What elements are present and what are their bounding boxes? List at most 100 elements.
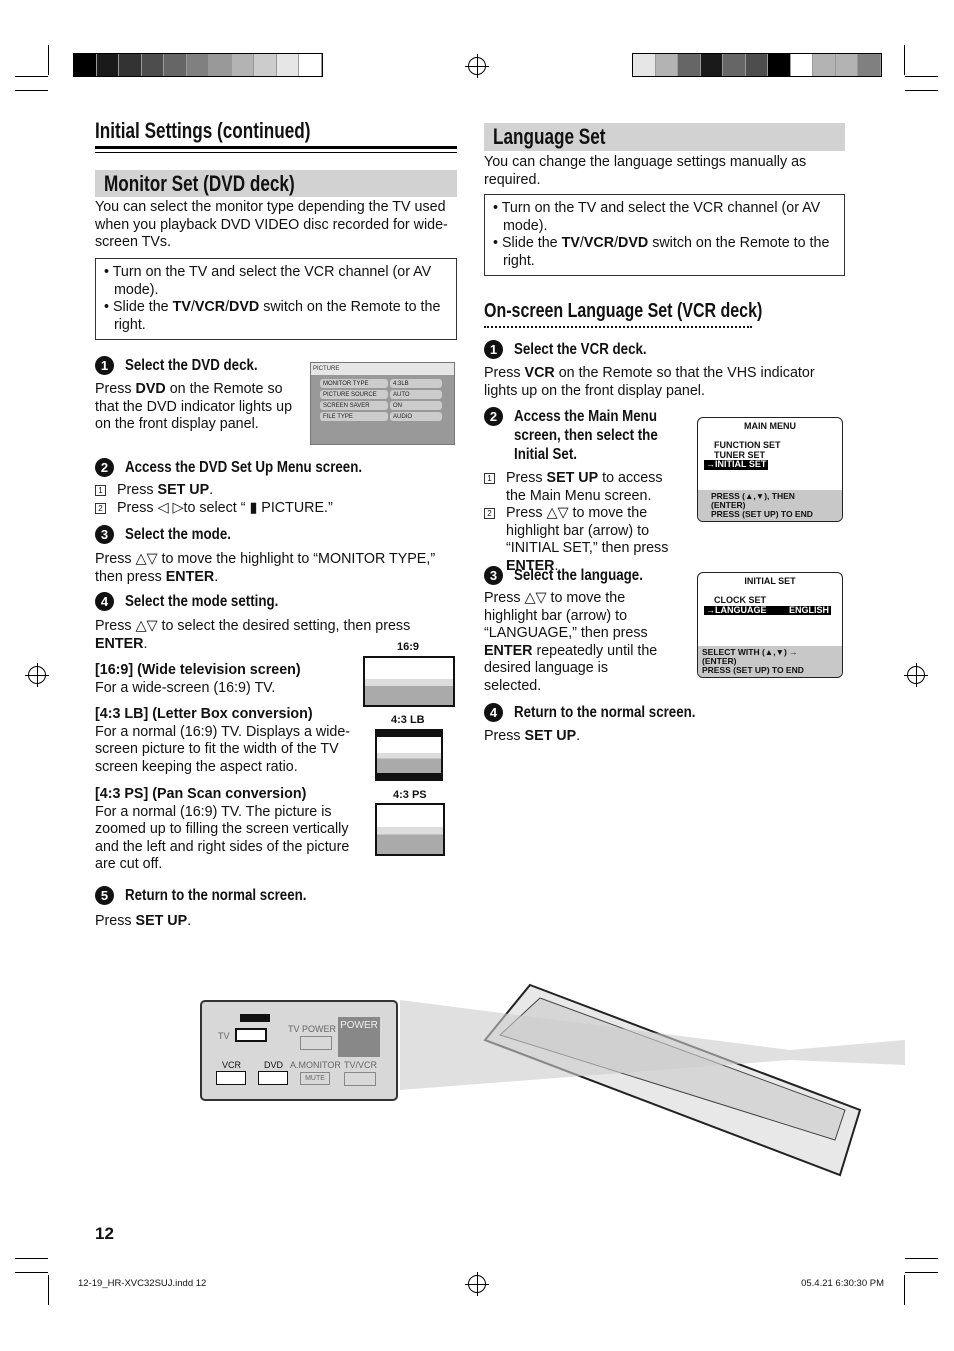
letterbox-illustration [375, 729, 443, 781]
text-segment: VCR [524, 365, 555, 381]
color-swatch [141, 54, 164, 76]
main-menu-screen: MAIN MENU FUNCTION SET TUNER SET →INITIA… [697, 417, 843, 522]
step-title: Select the VCR deck. [514, 341, 647, 358]
vcr-label: VCR [222, 1060, 242, 1070]
step-number: 3 [484, 566, 503, 585]
text-segment: . [576, 728, 581, 744]
sub-step-body: Press ◁ ▷to select “ ▮ PICTURE.” [117, 500, 333, 518]
setting-value: AUTO [390, 390, 442, 399]
text-segment: Press ◁ ▷to select “ [117, 499, 250, 516]
crop-mark [15, 1258, 48, 1259]
step-title: Return to the normal screen. [514, 704, 696, 721]
color-swatch [723, 54, 746, 76]
picture-menu-row[interactable]: MONITOR TYPE 4:3LB [320, 379, 442, 388]
tv-power-button[interactable] [300, 1036, 332, 1050]
text-segment: DVD [135, 381, 166, 397]
text-segment: Press [484, 365, 525, 381]
text-segment: ENTER [484, 642, 533, 659]
setting-label: SCREEN SAVER [320, 401, 388, 410]
setting-value: 4:3LB [390, 379, 442, 388]
crop-mark [905, 76, 938, 77]
monitor-note-box: • Turn on the TV and select the VCR chan… [95, 258, 457, 341]
a-monitor-label: A.MONITOR [290, 1060, 341, 1070]
step-number: 1 [95, 356, 114, 375]
color-swatch [209, 54, 232, 76]
registration-mark [465, 54, 489, 78]
footer-line: PRESS (SET UP) TO END [711, 509, 813, 519]
mute-button[interactable]: MUTE [300, 1072, 330, 1085]
step-title: Select the mode setting. [125, 593, 279, 610]
sub-step: 1 Press SET UP. [95, 482, 457, 500]
picture-menu-table: MONITOR TYPE 4:3LB PICTURE SOURCE AUTO SCREE… [318, 377, 444, 423]
text-segment: Slide the [501, 235, 562, 252]
color-swatch [678, 54, 701, 76]
picture-menu-row[interactable]: SCREEN SAVER ON [320, 401, 442, 410]
text-segment: . [209, 482, 214, 498]
registration-mark [465, 1272, 489, 1296]
pan-scan-illustration [375, 803, 445, 856]
crop-mark [905, 1258, 938, 1259]
text-segment: Press △▽ to move the highlight bar (arro… [506, 505, 669, 557]
power-label: POWER [340, 1020, 378, 1031]
text-segment: . [214, 568, 219, 585]
color-swatch [96, 54, 119, 76]
color-swatch [858, 54, 881, 76]
divider [95, 146, 457, 149]
color-swatch [119, 54, 142, 76]
language-step-4-body: Press SET UP. [484, 728, 580, 746]
color-bar-right [632, 53, 882, 77]
crop-mark [905, 1272, 938, 1273]
setting-label: PICTURE SOURCE [320, 390, 388, 399]
mode-title: [4:3 PS] (Pan Scan conversion) [95, 786, 307, 802]
text-segment: Press [117, 482, 158, 498]
main-menu-footer: PRESS (▲,▼), THEN (ENTER) PRESS (SET UP) … [698, 490, 842, 521]
setting-value: AUDIO [390, 412, 442, 421]
page-number: 12 [95, 1224, 114, 1243]
menu-item-language: →LANGUAGE ENGLISH [704, 604, 831, 615]
dvd-button[interactable] [258, 1071, 288, 1085]
language-step-2: 2 Access the Main Menu screen, then sele… [484, 407, 681, 464]
text-segment: . [187, 913, 192, 929]
step-title: Access the Main Menu [514, 408, 657, 425]
registration-mark [25, 663, 49, 687]
tv-vcr-dvd-switch[interactable] [235, 1028, 267, 1042]
subheading-text: On-screen Language Set (VCR deck) [484, 300, 763, 322]
language-label: →LANGUAGE [706, 604, 767, 615]
language-step-4: 4 Return to the normal screen. [484, 703, 725, 722]
note-bullet: • Turn on the TV and select the VCR chan… [493, 200, 821, 234]
note-bullet: • Slide the TV/VCR/DVD switch on the Rem… [493, 235, 830, 269]
footer-line: PRESS (▲,▼), THEN (ENTER) [711, 491, 795, 510]
color-swatch [231, 54, 254, 76]
mode-4-3-ps: [4:3 PS] (Pan Scan conversion) For a norm… [95, 786, 360, 874]
color-bar-left [73, 53, 323, 77]
picture-menu-row[interactable]: FILE TYPE AUDIO [320, 412, 442, 421]
picture-menu-row[interactable]: PICTURE SOURCE AUTO [320, 390, 442, 399]
monitor-step-5: 5 Return to the normal screen. [95, 886, 336, 905]
remote-panel-callout: TV TV POWER POWER VCR DVD A.MONITOR MUTE… [200, 1000, 398, 1101]
language-subheading: On-screen Language Set (VCR deck) [484, 300, 832, 323]
color-swatch [700, 54, 723, 76]
language-step-3: 3 Select the language. [484, 566, 664, 585]
mute-label: MUTE [305, 1075, 325, 1082]
text-segment: SET UP [157, 482, 210, 498]
text-segment: Press [484, 728, 525, 744]
crop-mark [15, 1272, 48, 1273]
language-step-3-body: Press △▽ to move the highlight bar (arro… [484, 590, 659, 696]
text-segment: TV [561, 235, 580, 252]
slide-arrow-icon [240, 1014, 270, 1022]
image-label: 4:3 LB [391, 714, 425, 726]
heading-text: Monitor Set (DVD deck) [104, 171, 295, 196]
picture-menu-screen: PICTURE MONITOR TYPE 4:3LB PICTURE SOURCE A… [310, 362, 455, 445]
text-segment: Press [506, 470, 547, 486]
text-segment: Press △▽ to move the highlight bar (arro… [484, 590, 648, 642]
vcr-button[interactable] [216, 1071, 246, 1085]
page-title: Initial Settings (continued) [95, 118, 311, 143]
step-title: Return to the normal screen. [125, 887, 307, 904]
initial-set-screen: INITIAL SET CLOCK SET →LANGUAGE ENGLISH S… [697, 572, 843, 678]
tv-vcr-button[interactable] [344, 1072, 376, 1086]
power-button[interactable]: POWER [338, 1017, 380, 1057]
text-segment: ENTER [165, 568, 215, 585]
text-segment: Turn on the TV and select the VCR channe… [501, 200, 821, 234]
image-label: 4:3 PS [393, 789, 427, 801]
monitor-step-2-subs: 1 Press SET UP. 2 Press ◁ ▷to select “ ▮ PI… [95, 482, 457, 517]
